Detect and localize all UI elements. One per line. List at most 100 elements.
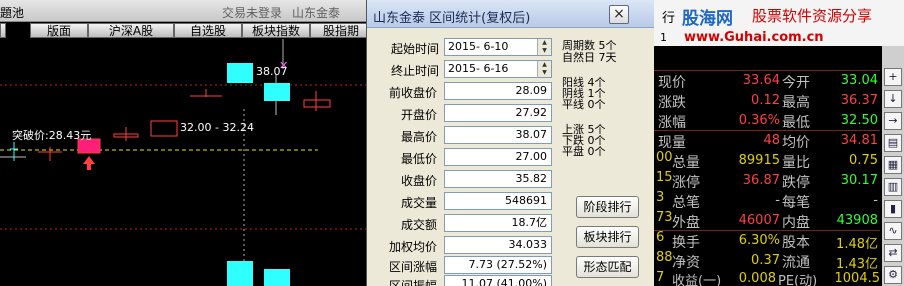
quote-row: 总笔 - 每笔 - xyxy=(654,190,880,211)
volume-bar-1 xyxy=(227,261,253,286)
quote-label: 总量 xyxy=(672,155,700,171)
tab-sector-index[interactable]: 板块指数 xyxy=(242,23,310,38)
stat-value-prev-close: 28.09 xyxy=(444,82,552,100)
quote-value: - xyxy=(775,193,780,208)
quote-value: 0.12 xyxy=(751,93,780,108)
quote-label: 最高 xyxy=(782,95,810,111)
stat-value-close: 35.82 xyxy=(444,170,552,188)
chart-window: 題池 交易未登录 山东金泰 版面 沪深A股 自选股 板块指数 股指期 ✕ 突破价… xyxy=(0,0,366,286)
quote-label: 涨停 xyxy=(672,175,700,191)
quote-row: 现价 33.64 今开 33.04 xyxy=(654,70,880,91)
side-number: 00 xyxy=(656,150,673,165)
quote-value: 6.30% xyxy=(738,233,780,248)
arrow-right-icon[interactable]: → xyxy=(884,112,902,130)
candle-9-body xyxy=(303,99,331,108)
sector-rank-button[interactable]: 板块排行 xyxy=(576,226,639,248)
bar-chart-icon[interactable]: ▮ xyxy=(884,200,902,218)
range-label: 32.00 - 32.24 xyxy=(180,121,254,134)
watermark-url: www.Guhai.com.cn xyxy=(684,30,824,45)
stat-label-volume: 成交量 xyxy=(400,196,437,210)
quote-label: 每笔 xyxy=(782,195,810,211)
stage-rank-button[interactable]: 阶段排行 xyxy=(576,196,639,218)
header-number: 1 xyxy=(660,31,667,44)
stat-value-amount: 18.7亿 xyxy=(444,214,552,232)
start-date-picker[interactable]: 2015- 6-10 ▲ ▼ xyxy=(444,38,552,56)
stat-label-change: 区间涨幅 xyxy=(388,260,437,274)
breakthrough-label: 突破价:28.43元 xyxy=(12,128,91,142)
quote-label: 涨跌 xyxy=(658,95,686,111)
dialog-title-bar[interactable]: 山东金泰 区间统计(复权后) × xyxy=(367,0,654,28)
quote-label: 均价 xyxy=(782,135,810,151)
quote-label: 换手 xyxy=(672,235,700,251)
quote-label: PE(动) xyxy=(778,274,818,286)
stat-label-high: 最高价 xyxy=(400,130,437,144)
range-stats-dialog: 山东金泰 区间统计(复权后) × 起始时间 2015- 6-10 ▲ ▼ 终止时间… xyxy=(366,0,654,286)
candle-5-body xyxy=(150,120,178,137)
zoom-in-icon[interactable]: + xyxy=(884,68,902,86)
quote-label: 现量 xyxy=(658,135,686,151)
quote-value: 0.75 xyxy=(849,153,878,168)
tab-shsz-a[interactable]: 沪深A股 xyxy=(88,23,174,38)
quote-panel: 行 股海网 股票软件资源分享 1 www.Guhai.com.cn 现价 33.… xyxy=(654,0,904,286)
quote-table: 现价 33.64 今开 33.04 涨跌 0.12 最高 36.37 涨幅 0.… xyxy=(654,46,880,286)
stat-label-prev-close: 前收盘价 xyxy=(388,86,437,100)
quote-row: 现量 48 均价 34.81 xyxy=(654,130,880,151)
quote-label: 外盘 xyxy=(672,215,700,231)
line-chart-icon[interactable]: ∿ xyxy=(884,222,902,240)
quote-value: 36.87 xyxy=(742,173,780,188)
side-number: 88 xyxy=(656,250,673,265)
chart-title-bar: 題池 交易未登录 山东金泰 xyxy=(0,0,366,22)
buy-arrow-icon xyxy=(83,156,95,170)
quote-value: 34.81 xyxy=(840,133,878,148)
quote-title-bar: 行 股海网 股票软件资源分享 xyxy=(654,0,904,30)
quote-row: 换手 6.30% 股本 1.48亿 xyxy=(654,230,880,252)
side-number: 7 xyxy=(656,270,665,285)
quote-value: 89915 xyxy=(738,153,780,168)
natural-days: 自然日 7天 xyxy=(562,51,617,64)
stat-label-low: 最低价 xyxy=(400,152,437,166)
stat-label-close: 收盘价 xyxy=(400,174,437,188)
stat-value-open: 27.92 xyxy=(444,104,552,122)
candlestick-chart[interactable]: ✕ 突破价:28.43元 32.00 - 32.24 38.07 xyxy=(0,39,366,286)
flat-count: 平线 0个 xyxy=(562,98,606,111)
quote-value: 0.008 xyxy=(738,271,776,286)
quote-row: 总量 89915 量比 0.75 xyxy=(654,150,880,171)
pattern-match-button[interactable]: 形态匹配 xyxy=(576,256,639,278)
stat-value-high: 38.07 xyxy=(444,126,552,144)
quote-label: 现价 xyxy=(658,75,686,91)
start-date-spinner[interactable]: ▲ ▼ xyxy=(537,39,551,55)
period-count: 周期数 5个 xyxy=(562,39,617,52)
stat-value-volume: 548691 xyxy=(444,192,552,210)
tab-watchlist[interactable]: 自选股 xyxy=(174,23,242,38)
volume-bar-2 xyxy=(264,269,290,286)
end-date-picker[interactable]: 2015- 6-16 ▲ ▼ xyxy=(444,60,552,78)
market-tab-row: 版面 沪深A股 自选股 板块指数 股指期 xyxy=(0,22,366,39)
quote-value: 0.36% xyxy=(738,113,780,128)
settings-icon[interactable]: ⚙ xyxy=(884,266,902,284)
close-button[interactable]: × xyxy=(609,5,629,24)
arrow-down-icon[interactable]: ↓ xyxy=(884,90,902,108)
quote-value: 48 xyxy=(763,133,780,148)
end-date-spinner[interactable]: ▲ ▼ xyxy=(537,61,551,77)
quote-value: 43908 xyxy=(836,213,878,228)
title-fragment: 題池 xyxy=(0,6,25,20)
quote-label: 今开 xyxy=(782,75,810,91)
tab-layout[interactable]: 版面 xyxy=(30,23,88,38)
side-number: 3 xyxy=(656,190,665,205)
quote-value: 32.50 xyxy=(840,113,878,128)
tab-left-edge[interactable] xyxy=(0,23,6,38)
quote-label: 跌停 xyxy=(782,175,810,191)
stat-value-vwap: 34.033 xyxy=(444,236,552,254)
quote-value: 33.64 xyxy=(742,73,780,88)
side-toolbar: + ↓ → ▤ ▦ ▥ ▮ ∿ ⇄ ⚙ xyxy=(882,46,904,286)
quote-value: 0.37 xyxy=(751,253,780,268)
brand-slogan: 股票软件资源分享 xyxy=(752,7,873,25)
candlestick-icon[interactable]: ▥ xyxy=(884,178,902,196)
grid-icon[interactable]: ▦ xyxy=(884,156,902,174)
stat-label-open: 开盘价 xyxy=(400,108,437,122)
tab-index-futures[interactable]: 股指期 xyxy=(310,23,366,38)
watermark-bar: 1 www.Guhai.com.cn xyxy=(654,30,904,46)
quote-value: - xyxy=(873,193,878,208)
layout-icon[interactable]: ▤ xyxy=(884,134,902,152)
compare-icon[interactable]: ⇄ xyxy=(884,244,902,262)
